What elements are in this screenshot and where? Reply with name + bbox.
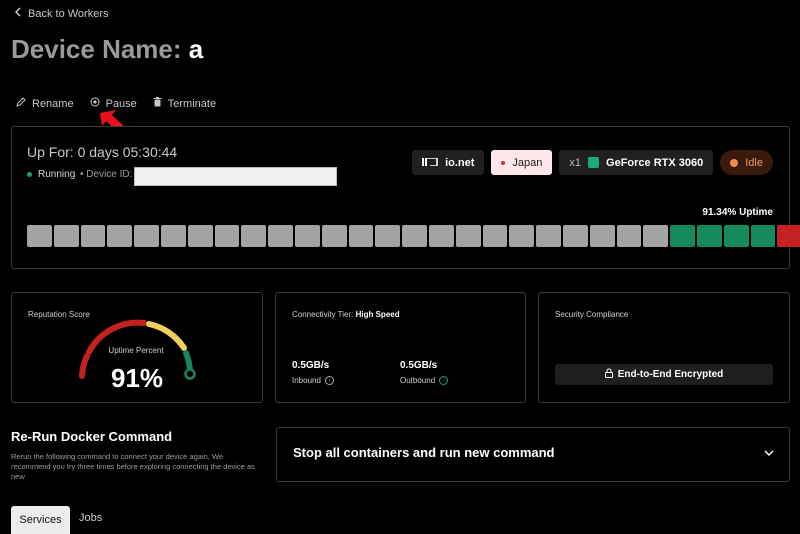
connectivity-label: Connectivity Tier: (292, 310, 354, 319)
uptime-bar (777, 225, 800, 247)
uptime-bar (509, 225, 535, 247)
outbound-speed: 0.5GB/s (400, 360, 438, 371)
tab-services[interactable]: Services (11, 506, 70, 534)
uptime-bar (616, 225, 642, 247)
provider-badge: io.net (412, 150, 485, 175)
rerun-description: Rerun the following command to connect y… (11, 452, 255, 481)
uptime-bar (670, 225, 695, 247)
device-id-value (134, 167, 337, 186)
uptime-bar (187, 225, 213, 247)
pause-label: Pause (105, 97, 137, 110)
uptime-bar (643, 225, 669, 247)
nvidia-logo-icon (588, 157, 600, 168)
uptime-percent-label: Uptime Percent (108, 346, 164, 355)
uptime-bar (53, 225, 79, 247)
uptime-bar (294, 225, 320, 247)
uptime-bar (134, 225, 159, 247)
uptime-bar (589, 225, 615, 247)
uptime-bar (536, 225, 561, 247)
connectivity-tier-value: High Speed (355, 310, 400, 319)
title-prefix: Device Name: (11, 34, 182, 64)
location-badge: Japan (491, 150, 553, 175)
uptime-bar (482, 225, 508, 247)
inbound-label: Inbound (292, 376, 321, 385)
outbound-label-row: Outbound ↑ (400, 376, 449, 385)
uptime-bar (321, 225, 347, 247)
encryption-label: End-to-End Encrypted (617, 369, 724, 380)
trash-icon (153, 97, 162, 110)
uptime-bar (241, 225, 267, 247)
uptime-bar (107, 225, 133, 247)
rename-button[interactable]: Rename (16, 97, 74, 110)
uptime-bar (402, 225, 427, 247)
uptime-bar (27, 225, 52, 247)
connectivity-card: Connectivity Tier: High Speed 0.5GB/s In… (275, 292, 526, 403)
encryption-button[interactable]: End-to-End Encrypted (555, 364, 773, 385)
device-badges: io.net Japan x1 GeForce RTX 3060 Idle (412, 150, 773, 175)
idle-status-badge: Idle (720, 150, 773, 175)
rename-label: Rename (32, 97, 74, 110)
arrow-up-icon: ↑ (439, 376, 449, 385)
arrow-down-icon: ↓ (324, 376, 334, 385)
uptime-bar (348, 225, 374, 247)
uptime-bar (160, 225, 186, 247)
idle-dot-icon (730, 158, 739, 167)
gpu-count: x1 (569, 156, 582, 169)
uptime-bar (455, 225, 481, 247)
inbound-label-row: Inbound ↓ (292, 376, 334, 385)
running-dot-icon (27, 172, 32, 177)
idle-label: Idle (745, 156, 763, 169)
uptime-bar (723, 225, 749, 247)
gpu-name: GeForce RTX 3060 (606, 156, 704, 169)
tab-jobs[interactable]: Jobs (79, 512, 102, 524)
gpu-badge: x1 GeForce RTX 3060 (559, 150, 714, 175)
uptime-bar (214, 225, 240, 247)
back-to-workers-link[interactable]: Back to Workers (14, 7, 109, 20)
lock-icon (604, 368, 613, 381)
inbound-speed: 0.5GB/s (292, 360, 330, 371)
page-title: Device Name: a (11, 34, 203, 65)
chevron-down-icon[interactable] (763, 446, 775, 464)
connectivity-tier: Connectivity Tier: High Speed (292, 310, 400, 319)
uptime-percentage: 91.34% Uptime (702, 207, 773, 218)
uptime-bar (80, 225, 106, 247)
uptime-bar (375, 225, 401, 247)
uptime-history-bars (27, 225, 800, 247)
terminate-label: Terminate (167, 97, 217, 110)
location-label: Japan (512, 156, 543, 169)
command-selected: Stop all containers and run new command (293, 445, 555, 460)
uptime-bar (696, 225, 722, 247)
uptime-bar (562, 225, 588, 247)
uptime-bar (428, 225, 454, 247)
security-label: Security Compliance (555, 310, 629, 319)
outbound-label: Outbound (400, 376, 436, 385)
io-net-logo-icon (422, 156, 438, 169)
running-status: Running (27, 169, 75, 180)
device-name: a (188, 34, 204, 64)
provider-label: io.net (445, 156, 475, 169)
uptime-bar (268, 225, 293, 247)
chevron-left-icon (14, 7, 22, 20)
pencil-icon (16, 97, 26, 110)
back-label: Back to Workers (28, 7, 109, 20)
terminate-button[interactable]: Terminate (153, 97, 216, 110)
running-label: Running (38, 169, 76, 180)
japan-flag-icon (501, 160, 506, 165)
security-card: Security Compliance (538, 292, 790, 403)
up-for-text: Up For: 0 days 05:30:44 (27, 144, 178, 160)
uptime-bar (750, 225, 776, 247)
reputation-score-value: 91% (110, 363, 164, 393)
device-id-label: • Device ID: (80, 169, 133, 180)
rerun-title: Re-Run Docker Command (11, 429, 173, 444)
